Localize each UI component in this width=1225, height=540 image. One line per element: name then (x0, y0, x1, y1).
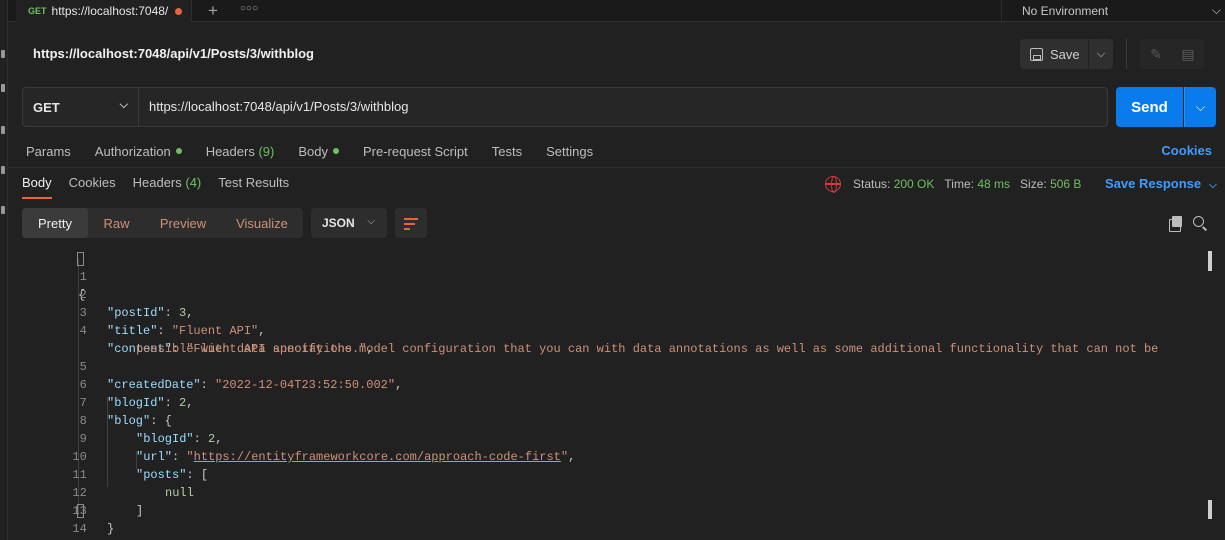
tab-response-body[interactable]: Body (22, 175, 52, 199)
status-value[interactable]: 200 OK (894, 177, 935, 191)
headers-count: (9) (258, 143, 275, 159)
unsaved-dot-icon (175, 7, 183, 15)
globe-icon[interactable] (825, 176, 841, 193)
url-link[interactable]: https://entityframeworkcore.com/approach… (194, 450, 561, 464)
status-label: Status: (853, 177, 891, 191)
save-icon (1030, 47, 1043, 61)
code-line: 8 "blogId": 2, (79, 414, 223, 446)
request-tab[interactable]: GET https://localhost:7048/ (16, 0, 192, 22)
code-line: 9 "url": "https://entityframeworkcore.co… (79, 432, 576, 464)
tab-response-cookies[interactable]: Cookies (69, 175, 116, 199)
format-value: JSON (322, 216, 355, 230)
tab-test-results[interactable]: Test Results (218, 175, 289, 199)
format-select[interactable]: JSON ⌵ (311, 208, 387, 238)
plus-icon[interactable]: + (202, 2, 224, 20)
code-line: 13 } (72, 504, 115, 536)
view-preview[interactable]: Preview (145, 208, 221, 238)
response-body-editor[interactable]: 1 { 2 "postId": 3, 3 "title": "Fluent AP… (0, 250, 1210, 536)
sidebar-icon[interactable] (1, 50, 5, 58)
save-button[interactable]: Save (1020, 39, 1088, 69)
tab-settings[interactable]: Settings (546, 142, 593, 160)
code-line: possible with data annotations.", (136, 342, 374, 356)
time-label: Time: (944, 177, 974, 191)
copy-icon[interactable] (1169, 216, 1183, 232)
response-status: Status: 200 OK Time: 48 ms Size: 506 B (853, 177, 1081, 191)
edit-icon[interactable]: ✎ (1140, 39, 1172, 69)
tab-prerequest-script[interactable]: Pre-request Script (363, 142, 468, 160)
code-line: 3 "title": "Fluent API", (79, 306, 266, 338)
code-line: 10 "posts": [ (72, 450, 209, 482)
cookies-link[interactable]: Cookies (1161, 143, 1212, 158)
method-value: GET (33, 99, 60, 115)
bracket-match-highlight (77, 252, 84, 266)
code-line: 1 { (78, 270, 87, 302)
scrollbar-thumb[interactable] (1208, 251, 1212, 271)
view-raw[interactable]: Raw (88, 208, 145, 238)
chevron-down-icon: ⌵ (1211, 3, 1221, 17)
tab-params[interactable]: Params (26, 142, 71, 160)
code-line: 5 "createdDate": "2022-12-04T23:52:50.00… (79, 360, 403, 392)
code-line: 2 "postId": 3, (79, 288, 194, 320)
code-line: 11 null (72, 468, 194, 500)
tab-tests[interactable]: Tests (492, 142, 522, 160)
view-visualize[interactable]: Visualize (221, 208, 303, 238)
wrap-lines-icon[interactable] (395, 208, 427, 238)
sidebar-icon[interactable] (1, 126, 5, 134)
chevron-down-icon: ⌵ (367, 216, 375, 227)
status-dot-icon (332, 148, 339, 154)
environment-label: No Environment (1022, 4, 1109, 18)
code-line: 7 "blog": { (79, 396, 172, 428)
url-input[interactable]: https://localhost:7048/api/v1/Posts/3/wi… (149, 88, 408, 126)
time-value[interactable]: 48 ms (977, 177, 1010, 191)
tab-body[interactable]: Body (298, 142, 339, 160)
view-pretty[interactable]: Pretty (22, 208, 88, 238)
search-icon[interactable] (1193, 216, 1204, 227)
chevron-down-icon: ⌵ (1209, 180, 1217, 191)
save-response-button[interactable]: Save Response ⌵ (1105, 176, 1217, 191)
more-horizontal-icon[interactable]: ○○○ (240, 3, 258, 14)
bracket-match-highlight (77, 504, 84, 518)
status-dot-icon (175, 148, 182, 154)
code-line: 12 ] (72, 486, 144, 518)
sidebar-icon[interactable] (1, 206, 5, 214)
method-select[interactable]: GET ⌵ (23, 88, 139, 126)
code-line: 14 } (72, 522, 87, 536)
code-line: 6 "blogId": 2, (79, 378, 194, 410)
view-mode-segment: Pretty Raw Preview Visualize (22, 208, 303, 238)
scrollbar-thumb[interactable] (1208, 500, 1212, 519)
response-headers-count: (4) (185, 175, 202, 190)
tab-headers[interactable]: Headers (9) (206, 142, 275, 160)
tab-authorization[interactable]: Authorization (95, 142, 182, 160)
send-button[interactable]: Send (1116, 87, 1183, 127)
request-tab-bar: GET https://localhost:7048/ + ○○○ No Env… (8, 0, 1225, 22)
request-tabs: Params Authorization Headers (9) Body Pr… (26, 142, 617, 160)
request-title[interactable]: https://localhost:7048/api/v1/Posts/3/wi… (33, 46, 314, 61)
code-line: 4 "content": "Fluent API specify the mod… (79, 324, 1159, 356)
size-value[interactable]: 506 B (1050, 177, 1081, 191)
documentation-icon[interactable]: ▤ (1172, 39, 1204, 69)
send-dropdown-button[interactable]: ⌵ (1184, 87, 1216, 127)
environment-selector[interactable]: No Environment ⌵ (1001, 0, 1225, 22)
tab-response-headers[interactable]: Headers (4) (133, 175, 202, 199)
response-tabs: Body Cookies Headers (4) Test Results (22, 175, 306, 199)
sidebar-icon[interactable] (1, 84, 5, 92)
divider (1126, 39, 1127, 69)
save-label: Save (1050, 46, 1080, 62)
save-dropdown-button[interactable]: ⌵ (1089, 39, 1113, 69)
url-bar: GET ⌵ https://localhost:7048/api/v1/Post… (22, 87, 1108, 127)
tab-method-badge: GET (28, 6, 47, 16)
divider (8, 167, 1225, 168)
sidebar-icon[interactable] (1, 166, 5, 174)
tab-title: https://localhost:7048/ (51, 4, 169, 18)
chevron-down-icon: ⌵ (119, 99, 128, 111)
size-label: Size: (1020, 177, 1047, 191)
